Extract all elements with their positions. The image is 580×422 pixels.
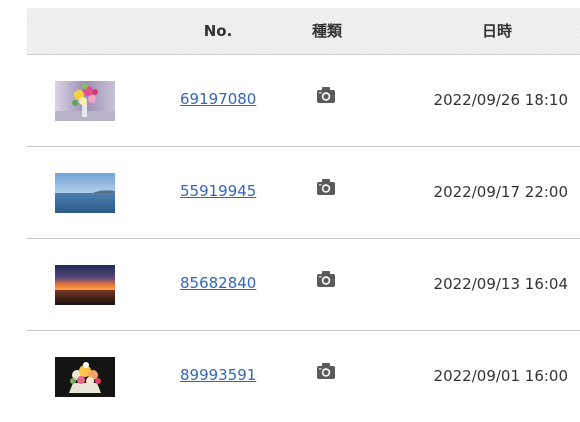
thumbnail-flower-arrangement[interactable]	[55, 357, 115, 397]
camera-icon	[316, 86, 336, 104]
column-header-date: 日時	[481, 22, 512, 40]
thumbnail-sunset-sea[interactable]	[55, 265, 115, 305]
table-row: 85682840 2022/09/13 16:04	[27, 239, 580, 331]
date-time: 2022/09/17 22:00	[433, 183, 568, 201]
date-time: 2022/09/13 16:04	[433, 275, 568, 293]
camera-icon	[316, 178, 336, 196]
column-header-type: 種類	[311, 22, 342, 40]
column-header-no: No.	[203, 22, 233, 40]
camera-icon	[316, 270, 336, 288]
date-time: 2022/09/01 16:00	[433, 367, 568, 385]
table-row: 55919945 2022/09/17 22:00	[27, 147, 580, 239]
camera-icon	[316, 362, 336, 380]
photo-id-link[interactable]: 69197080	[180, 90, 256, 108]
photo-id-link[interactable]: 55919945	[180, 182, 256, 200]
photo-id-link[interactable]: 89993591	[180, 366, 256, 384]
date-time: 2022/09/26 18:10	[433, 91, 568, 109]
table-header: No. 種類 日時	[27, 8, 580, 55]
thumbnail-sea-horizon[interactable]	[55, 173, 115, 213]
thumbnail-flower-bouquet[interactable]	[55, 81, 115, 121]
photo-list-table: No. 種類 日時 69197080 2022/09/26 18:10 5591…	[27, 8, 580, 422]
photo-id-link[interactable]: 85682840	[180, 274, 256, 292]
table-row: 89993591 2022/09/01 16:00	[27, 331, 580, 422]
table-row: 69197080 2022/09/26 18:10	[27, 55, 580, 147]
